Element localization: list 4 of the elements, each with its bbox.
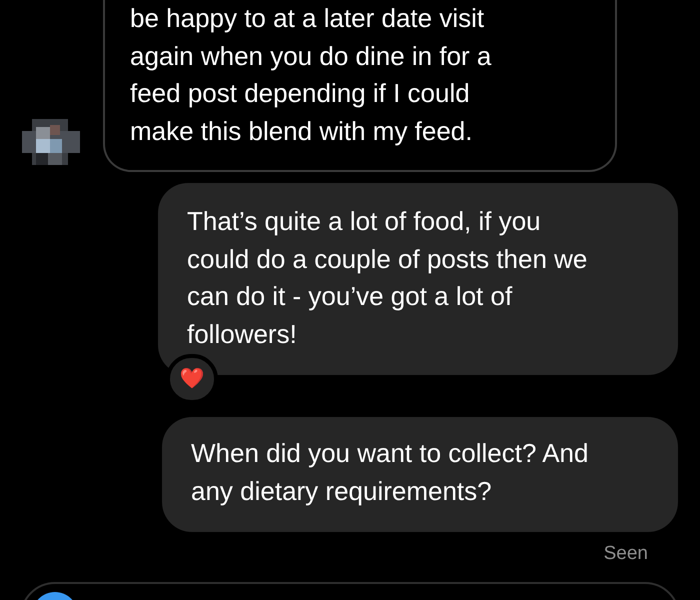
message-text: That’s quite a lot of food, if you could do a couple of posts then we can do it - you’ve got a lot of followers! [187, 205, 588, 350]
message-text: be happy to at a later date visit again when you do dine in for a feed post depending if I could make this blend with my feed. [130, 2, 492, 148]
seen-status: Seen [604, 543, 648, 565]
message-text: When did you want to collect? And any dietary requirements? [191, 437, 590, 508]
